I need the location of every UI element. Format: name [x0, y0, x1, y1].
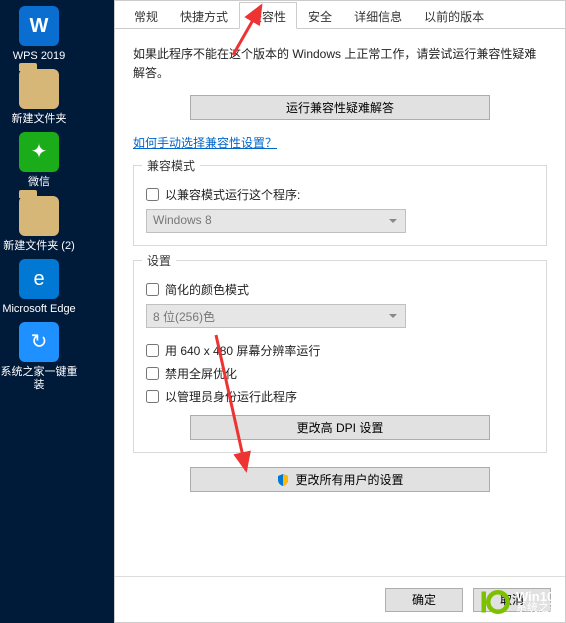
desktop-icon-label: WPS 2019 [0, 50, 78, 63]
desktop-icon-sys[interactable]: ↻ 系统之家一键重装 [0, 322, 78, 392]
change-dpi-button[interactable]: 更改高 DPI 设置 [190, 415, 490, 440]
desktop-icon-label: 系统之家一键重装 [0, 366, 78, 392]
folder-icon [19, 196, 59, 236]
lowres-label: 用 640 x 480 屏幕分辨率运行 [165, 342, 320, 359]
color-depth-select[interactable]: 8 位(256)色 [146, 304, 406, 328]
disable-fullscreen-row[interactable]: 禁用全屏优化 [146, 365, 534, 382]
wps-icon: W [19, 6, 59, 46]
run-as-admin-row[interactable]: 以管理员身份运行此程序 [146, 388, 534, 405]
properties-dialog: 常规 快捷方式 兼容性 安全 详细信息 以前的版本 如果此程序不能在这个版本的 … [114, 0, 566, 623]
settings-group: 设置 简化的颜色模式 8 位(256)色 用 640 x 480 屏幕分辨率运行… [133, 260, 547, 453]
tab-shortcut[interactable]: 快捷方式 [169, 2, 239, 29]
edge-icon: e [19, 259, 59, 299]
shield-icon [276, 473, 290, 487]
compat-mode-check-row[interactable]: 以兼容模式运行这个程序: [146, 186, 534, 203]
desktop-icon-label: 新建文件夹 (2) [0, 240, 78, 253]
lowres-row[interactable]: 用 640 x 480 屏幕分辨率运行 [146, 342, 534, 359]
desktop-icon-wechat[interactable]: ✦ 微信 [0, 132, 78, 189]
tab-compatibility[interactable]: 兼容性 [239, 2, 297, 29]
compat-mode-select[interactable]: Windows 8 [146, 209, 406, 233]
ok-button[interactable]: 确定 [385, 588, 463, 612]
troubleshoot-button[interactable]: 运行兼容性疑难解答 [190, 95, 490, 120]
reduced-color-label: 简化的颜色模式 [165, 281, 249, 298]
run-as-admin-checkbox[interactable] [146, 390, 159, 403]
wechat-icon: ✦ [19, 132, 59, 172]
disable-fullscreen-checkbox[interactable] [146, 367, 159, 380]
folder-icon [19, 69, 59, 109]
desktop-icon-wps[interactable]: W WPS 2019 [0, 6, 78, 63]
win10-logo-icon [480, 587, 510, 617]
change-all-users-button[interactable]: 更改所有用户的设置 [190, 467, 490, 492]
tab-security[interactable]: 安全 [297, 2, 343, 29]
lowres-checkbox[interactable] [146, 344, 159, 357]
desktop-icon-folder-2[interactable]: 新建文件夹 (2) [0, 196, 78, 253]
run-as-admin-label: 以管理员身份运行此程序 [165, 388, 297, 405]
reduced-color-checkbox[interactable] [146, 283, 159, 296]
tab-general[interactable]: 常规 [123, 2, 169, 29]
dialog-body: 如果此程序不能在这个版本的 Windows 上正常工作，请尝试运行兼容性疑难解答… [115, 29, 565, 576]
manual-settings-link[interactable]: 如何手动选择兼容性设置？ [133, 134, 277, 151]
watermark-line2: 系统之家 [516, 603, 560, 614]
desktop-icon-folder-1[interactable]: 新建文件夹 [0, 69, 78, 126]
disable-fullscreen-label: 禁用全屏优化 [165, 365, 237, 382]
change-all-users-label: 更改所有用户的设置 [295, 471, 403, 488]
compat-mode-checkbox[interactable] [146, 188, 159, 201]
tab-strip: 常规 快捷方式 兼容性 安全 详细信息 以前的版本 [115, 1, 565, 29]
compat-hint: 如果此程序不能在这个版本的 Windows 上正常工作，请尝试运行兼容性疑难解答… [133, 45, 547, 83]
group-title: 兼容模式 [142, 157, 200, 174]
desktop-icon-edge[interactable]: e Microsoft Edge [0, 259, 78, 316]
desktop-icon-label: 新建文件夹 [0, 113, 78, 126]
desktop-icons: W WPS 2019 新建文件夹 ✦ 微信 新建文件夹 (2) e Microsoft… [0, 0, 78, 623]
desktop-icon-label: Microsoft Edge [0, 303, 78, 316]
tab-details[interactable]: 详细信息 [343, 2, 413, 29]
tab-previous[interactable]: 以前的版本 [413, 2, 495, 29]
watermark: Win10 系统之家 [480, 587, 560, 617]
group-title: 设置 [142, 252, 176, 269]
reduced-color-row[interactable]: 简化的颜色模式 [146, 281, 534, 298]
sys-icon: ↻ [19, 322, 59, 362]
desktop-icon-label: 微信 [0, 176, 78, 189]
compat-mode-group: 兼容模式 以兼容模式运行这个程序: Windows 8 [133, 165, 547, 246]
compat-mode-check-label: 以兼容模式运行这个程序: [165, 186, 300, 203]
